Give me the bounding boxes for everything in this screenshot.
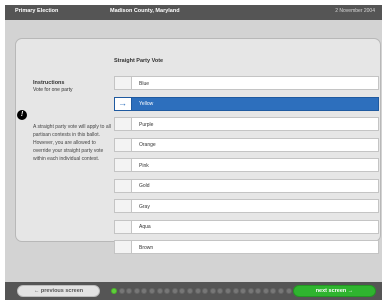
progress-dot (240, 288, 247, 294)
progress-dot (194, 288, 201, 294)
choice-checkbox (115, 159, 132, 171)
progress-dot (171, 288, 178, 294)
ballot-main: Straight Party Vote Instructions Vote fo… (5, 20, 382, 282)
progress-dot (270, 288, 277, 294)
choice-item[interactable]: Purple (114, 117, 379, 131)
choice-item[interactable]: Brown (114, 240, 379, 254)
instructions-title: Instructions (33, 80, 65, 86)
progress-dot (247, 288, 254, 294)
choice-checkbox (115, 200, 132, 212)
choice-item[interactable]: → Yellow (114, 96, 379, 111)
choice-checkbox (115, 138, 132, 151)
progress-dot (202, 288, 209, 294)
bottom-bar: ← previous screen next screen → (5, 282, 382, 300)
choice-label: Yellow (139, 101, 154, 107)
choice-checkbox (115, 241, 132, 253)
progress-dot (232, 288, 239, 294)
choice-item[interactable]: Pink (114, 158, 379, 172)
progress-dot (118, 288, 125, 294)
choice-label: Brown (139, 244, 154, 251)
choice-checkbox (115, 118, 132, 130)
next-screen-button[interactable]: next screen → (293, 285, 376, 297)
election-date: 2 November 2004 (335, 8, 375, 14)
instructions-subtitle: Vote for one party (33, 87, 73, 93)
progress-dot (217, 288, 224, 294)
contest-title: Straight Party Vote (114, 58, 164, 64)
choice-checkbox (115, 220, 132, 233)
ballot-screen: Primary Election Madison County, Marylan… (5, 5, 382, 300)
choice-label: Orange (139, 142, 156, 148)
choice-checkbox (115, 77, 132, 89)
progress-dot (126, 288, 133, 294)
choice-checkbox (115, 179, 132, 192)
choice-label: Purple (139, 121, 154, 128)
choice-label: Aqua (139, 224, 151, 230)
progress-indicator (111, 288, 315, 294)
progress-dot (255, 288, 262, 294)
choice-item[interactable]: Aqua (114, 219, 379, 234)
progress-dot (278, 288, 285, 294)
choice-item[interactable]: Gold (114, 178, 379, 193)
arrow-right-icon: → (118, 97, 127, 108)
choice-label: Blue (139, 80, 150, 87)
choice-item[interactable]: Blue (114, 76, 379, 90)
progress-dot (164, 288, 171, 294)
previous-screen-button[interactable]: ← previous screen (17, 285, 100, 297)
top-bar: Primary Election Madison County, Marylan… (5, 5, 382, 20)
progress-dot (111, 288, 117, 294)
progress-dot (148, 288, 155, 294)
progress-dot (186, 288, 193, 294)
choice-checkbox: → (115, 97, 132, 110)
progress-dot (156, 288, 163, 294)
progress-dot (224, 288, 231, 294)
progress-dot (141, 288, 148, 294)
progress-dot (133, 288, 140, 294)
progress-dot (209, 288, 216, 294)
choice-list: Blue → Yellow Purple Orange Pink Gold Gra… (114, 76, 379, 261)
choice-item[interactable]: Gray (114, 199, 379, 213)
election-title: Primary Election (15, 8, 59, 14)
county-name: Madison County, Maryland (110, 8, 180, 14)
progress-dot (285, 288, 292, 294)
straight-party-note: A straight party vote will apply to all … (33, 124, 111, 162)
progress-dot (179, 288, 186, 294)
choice-label: Gold (139, 183, 150, 189)
exclamation-icon: ! (17, 110, 27, 120)
choice-item[interactable]: Orange (114, 137, 379, 152)
choice-label: Pink (139, 162, 149, 169)
progress-dot (262, 288, 269, 294)
choice-label: Gray (139, 203, 150, 210)
